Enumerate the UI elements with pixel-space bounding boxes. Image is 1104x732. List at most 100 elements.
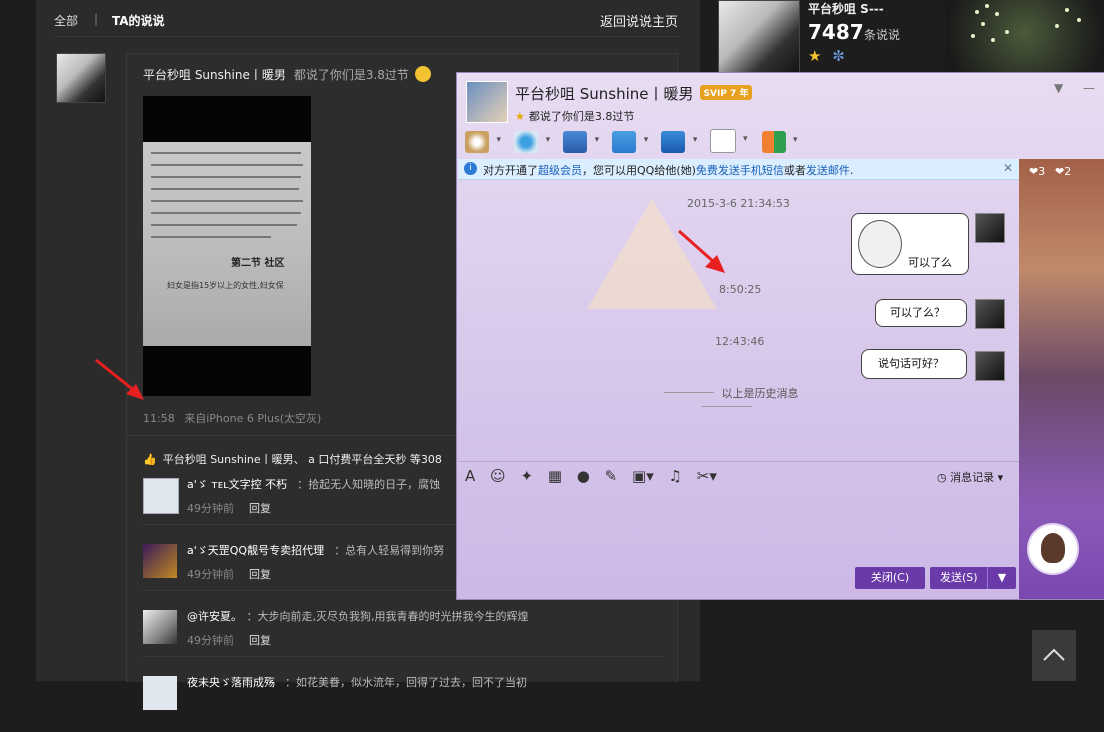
- file-transfer-icon[interactable]: [612, 131, 648, 153]
- top-toolbar: [465, 129, 806, 155]
- message-bubble[interactable]: 可以了么: [851, 213, 969, 275]
- svip-notice-bar: i 对方开通了超级会员，您可以用QQ给他(她)免费发送手机短信或者发送邮件. ✕: [458, 159, 1019, 180]
- close-icon[interactable]: ✕: [1003, 161, 1013, 175]
- comment-text: ：总有人轻易得到你努: [334, 544, 445, 557]
- music-icon[interactable]: ♫: [669, 467, 682, 485]
- message-timestamp: 12:43:46: [715, 335, 765, 348]
- message-bubble[interactable]: 说句话可好？: [861, 349, 967, 379]
- message-record-button[interactable]: ◷ 消息记录 ▾: [937, 469, 1003, 485]
- video-call-icon[interactable]: [514, 131, 550, 153]
- svip-badge[interactable]: SVIP 7 年: [699, 85, 753, 100]
- send-mail-link[interactable]: 发送邮件: [806, 164, 850, 177]
- create-discussion-icon[interactable]: [710, 129, 747, 153]
- post-author[interactable]: 平台秒咀 Sunshine丨暖男: [143, 68, 286, 82]
- reply-link[interactable]: 回复: [249, 632, 271, 648]
- free-sms-link[interactable]: 免费发送手机短信: [696, 164, 784, 177]
- shake-icon[interactable]: ▦: [548, 467, 562, 485]
- nav-all-link[interactable]: 全部: [54, 12, 78, 29]
- chat-history-area[interactable]: 2015-3-6 21:34:53 可以了么 8:50:25 可以了么？ 12:…: [457, 179, 1019, 461]
- contact-signature: ★ 都说了你们是3.8过节: [515, 108, 634, 124]
- nav-separator: |: [94, 12, 99, 26]
- comment-author[interactable]: @许安夏。: [187, 610, 237, 623]
- comment-author[interactable]: a'ゞ ᴛᴇʟ文字控 不朽: [187, 478, 287, 491]
- sender-avatar[interactable]: [975, 351, 1005, 381]
- reply-link[interactable]: 回复: [249, 500, 271, 516]
- heart-count: 2: [1064, 165, 1072, 178]
- nav-ta-shuoshuo[interactable]: TA的说说: [112, 12, 165, 29]
- image-icon[interactable]: ▣▾: [632, 467, 654, 485]
- info-icon: i: [464, 162, 477, 175]
- heart-count: 3: [1038, 165, 1046, 178]
- minimize-icon[interactable]: —: [1083, 81, 1095, 95]
- heart-badge[interactable]: ❤3: [1029, 165, 1045, 178]
- voice-call-icon[interactable]: [465, 131, 501, 153]
- screen-share-icon[interactable]: [661, 131, 697, 153]
- comment-author[interactable]: 夜未央ゞ落雨成殇: [187, 676, 275, 689]
- red-arrow-annotation: [95, 358, 144, 400]
- send-label: 发送(S): [940, 571, 978, 584]
- author-avatar[interactable]: [56, 53, 106, 103]
- send-button[interactable]: 发送(S) ▼: [930, 567, 1016, 589]
- history-label: 以上是历史消息: [721, 387, 799, 400]
- super-member-link[interactable]: 超级会员: [538, 164, 582, 177]
- edit-icon[interactable]: ✎: [605, 467, 618, 485]
- post-photo[interactable]: 第二节 社区 妇女是指15岁以上的女性,妇女保: [143, 96, 311, 396]
- comment-item: @许安夏。 ：大步向前走,灭尽负我狗,用我青春的时光拼我今生的辉煌 49分钟前 回…: [143, 606, 663, 666]
- photo-paper: 第二节 社区 妇女是指15岁以上的女性,妇女保: [143, 142, 311, 346]
- customer-service-avatar[interactable]: [1027, 523, 1079, 575]
- input-divider: [458, 461, 1019, 462]
- emoji-icon[interactable]: ☺: [490, 467, 506, 485]
- comment-avatar[interactable]: [143, 544, 177, 578]
- chevron-down-icon: ▾: [994, 471, 1004, 484]
- signature-text: 都说了你们是3.8过节: [528, 110, 635, 123]
- sender-avatar[interactable]: [975, 299, 1005, 329]
- comment-author[interactable]: a'ゞ天罡QQ靓号专卖招代理: [187, 544, 324, 557]
- reply-link[interactable]: 回复: [249, 566, 271, 582]
- post-meta: 11:58 来自iPhone 6 Plus(太空灰): [143, 410, 321, 426]
- window-controls: ▼ —: [1038, 81, 1095, 95]
- scroll-to-top-button[interactable]: [1032, 630, 1076, 681]
- shuoshuo-count-unit: 条说说: [864, 28, 901, 42]
- comment-time: 49分钟前: [187, 502, 234, 515]
- photo-body-line: 妇女是指15岁以上的女性,妇女保: [167, 281, 284, 290]
- red-arrow-annotation: [678, 229, 725, 273]
- dropdown-icon[interactable]: ▼: [1054, 81, 1063, 95]
- profile-badges: ★ ✼: [808, 47, 845, 65]
- close-button[interactable]: 关闭(C): [855, 567, 925, 589]
- font-icon[interactable]: A: [465, 467, 475, 485]
- message-bubble[interactable]: 可以了么？: [875, 299, 967, 327]
- send-options-chevron-icon[interactable]: ▼: [987, 567, 1016, 589]
- comment-text: ：拾起无人知晓的日子，腐蚀: [297, 478, 441, 491]
- magic-icon[interactable]: ✦: [520, 467, 533, 485]
- qzone-icon[interactable]: ✼: [832, 47, 845, 65]
- message-timestamp: 8:50:25: [719, 283, 762, 296]
- comment-text: ：大步向前走,灭尽负我狗,用我青春的时光拼我今生的辉煌: [246, 610, 529, 623]
- shuoshuo-count: 7487: [808, 20, 864, 44]
- comment-avatar[interactable]: [143, 610, 177, 644]
- star-icon[interactable]: ★: [808, 47, 821, 65]
- comment-avatar[interactable]: [143, 478, 179, 514]
- comment-time: 49分钟前: [187, 634, 234, 647]
- sender-avatar[interactable]: [975, 213, 1005, 243]
- post-source: 来自iPhone 6 Plus(太空灰): [184, 412, 322, 425]
- apps-icon[interactable]: [761, 131, 798, 153]
- likes-text[interactable]: 平台秒咀 Sunshine丨暖男、 a 口付费平台全天秒 等308: [163, 453, 442, 466]
- comment-item: 夜未央ゞ落雨成殇 ：如花美眷，似水流年，回得了过去，回不了当初: [143, 672, 663, 732]
- profile-avatar[interactable]: [718, 0, 800, 74]
- notice-text: ，您可以用QQ给他(她): [582, 164, 696, 177]
- comment-avatar[interactable]: [143, 676, 177, 710]
- profile-name[interactable]: 平台秒咀 S---: [808, 0, 884, 17]
- photo-section-heading: 第二节 社区: [231, 258, 285, 269]
- post-text: 都说了你们是3.8过节: [293, 68, 409, 82]
- message-record-label: 消息记录: [950, 471, 995, 484]
- contact-name: 平台秒咀 Sunshine丨暖男 SVIP 7 年: [515, 83, 753, 104]
- heart-badge[interactable]: ❤2: [1055, 165, 1071, 178]
- top-nav: 全部 | TA的说说 返回说说主页: [54, 10, 678, 32]
- back-to-home-link[interactable]: 返回说说主页: [600, 11, 678, 30]
- voice-message-icon[interactable]: ●: [577, 467, 590, 485]
- screenshot-scissors-icon[interactable]: ✂▾: [697, 467, 717, 485]
- remote-desktop-icon[interactable]: [563, 131, 599, 153]
- contact-avatar[interactable]: [466, 81, 508, 123]
- contact-name-text[interactable]: 平台秒咀 Sunshine丨暖男: [515, 85, 694, 103]
- notice-text: 或者: [783, 164, 806, 177]
